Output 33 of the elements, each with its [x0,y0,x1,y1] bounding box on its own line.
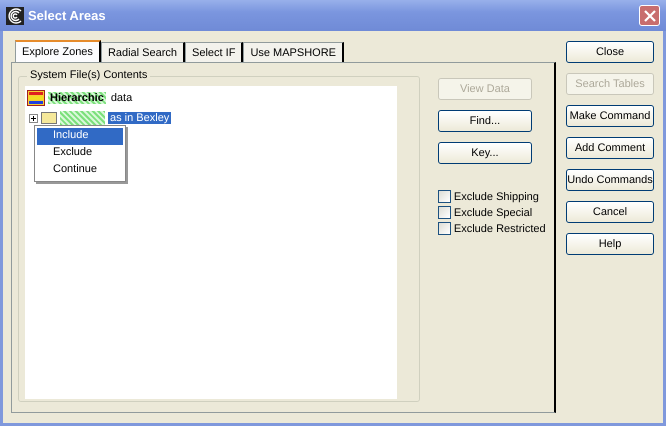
dialog-button[interactable]: Close [566,41,654,63]
menu-item[interactable]: Include [37,128,123,145]
window-title: Select Areas [28,8,107,23]
checkbox[interactable] [438,206,451,219]
checkbox[interactable] [438,222,451,235]
tree-item-tag: Hierarchic [48,92,106,104]
panel-button[interactable]: Find... [438,110,532,132]
menu-item[interactable]: Continue [37,162,123,179]
dialog-button[interactable]: Undo Commands [566,169,654,191]
tab[interactable]: Use MAPSHORE [243,42,344,62]
panel-button[interactable]: Key... [438,142,532,164]
tree-item[interactable]: as in Bexley [108,112,172,124]
folder-icon [41,112,57,124]
close-icon [644,10,656,22]
dialog-button[interactable]: Make Command [566,105,654,127]
spiral-icon [6,6,24,24]
checkbox-label: Exclude Shipping [454,190,539,202]
grid-icon [27,90,45,106]
hatch-mark [60,111,105,125]
tab[interactable]: Select IF [185,42,244,62]
tree-item[interactable]: data [108,92,134,104]
dialog-button[interactable]: Help [566,233,654,255]
dialog-button[interactable]: Cancel [566,201,654,223]
tab[interactable]: Radial Search [100,42,186,62]
checkbox-label: Exclude Special [454,206,532,218]
checkbox[interactable] [438,190,451,203]
menu-item[interactable]: Exclude [37,145,123,162]
expand-icon[interactable] [29,114,38,122]
close-button[interactable] [639,5,660,26]
tab[interactable]: Explore Zones [15,40,101,62]
group-title: System File(s) Contents [27,69,150,81]
checkbox-label: Exclude Restricted [454,222,546,234]
dialog-button[interactable]: Add Comment [566,137,654,159]
